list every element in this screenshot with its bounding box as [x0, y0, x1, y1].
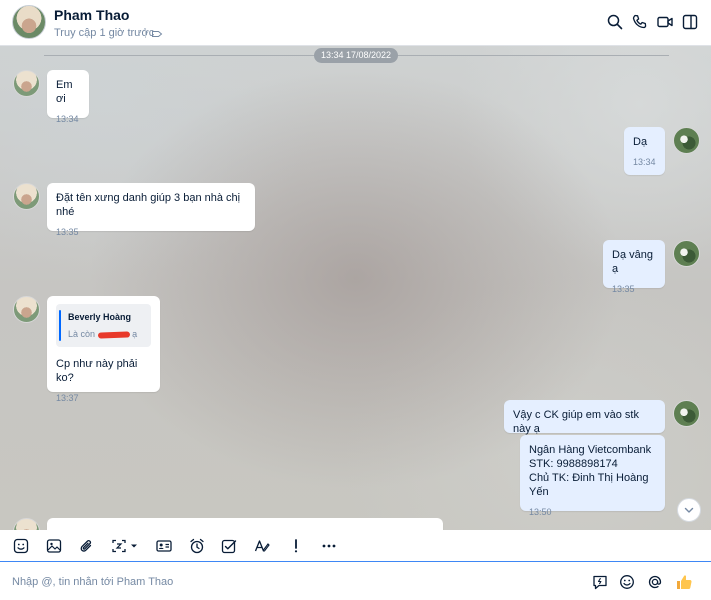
message-text: Vậy c CK giúp em vào stk này ạ [513, 409, 639, 435]
sidebar-toggle-icon[interactable] [681, 13, 699, 31]
scroll-to-bottom-button[interactable] [677, 498, 701, 522]
image-icon[interactable] [46, 538, 62, 554]
sticker-icon[interactable] [13, 538, 29, 554]
composer-toolbar [0, 530, 711, 562]
attachment-icon[interactable] [79, 538, 95, 554]
message-bubble[interactable]: Dạ vâng ạ 13:35 [603, 240, 665, 294]
quote-prefix: Là còn [68, 329, 96, 339]
message-text: Dạ vâng ạ [612, 249, 653, 275]
my-avatar[interactable] [673, 240, 700, 267]
message-bubble[interactable]: Ngân Hàng Vietcombank STK: 9988898174 Ch… [520, 435, 665, 517]
redaction-mark [97, 331, 130, 339]
message-text: Cp như này phải ko? [56, 358, 138, 384]
message-time: 13:34 [56, 114, 79, 124]
last-seen-status: Truy cập 1 giờ trước [54, 27, 155, 39]
format-text-icon[interactable] [254, 538, 270, 554]
quote-suffix: ạ [132, 329, 138, 339]
message-time: 13:35 [56, 227, 79, 237]
search-icon[interactable] [606, 13, 624, 31]
sender-avatar[interactable] [13, 183, 40, 210]
my-avatar[interactable] [673, 127, 700, 154]
message-time: 13:35 [612, 284, 635, 294]
status-divider [145, 28, 146, 38]
thumbs-up-icon[interactable] [675, 573, 693, 591]
message-text: Đặt tên xưng danh giúp 3 bạn nhà chị nhé [56, 192, 241, 218]
chevron-down-icon [684, 507, 694, 513]
sender-avatar[interactable] [13, 70, 40, 97]
message-time: 13:37 [56, 393, 79, 403]
message-bubble[interactable]: Dạ 13:34 [624, 127, 665, 175]
contact-name[interactable]: Pham Thao [54, 7, 129, 23]
message-text: Dạ [633, 136, 648, 148]
more-icon[interactable] [321, 538, 337, 554]
phone-icon[interactable] [631, 13, 649, 31]
message-composer [0, 563, 711, 600]
message-time: 13:50 [529, 507, 552, 517]
sender-avatar[interactable] [13, 296, 40, 323]
message-bubble[interactable]: Em ơi 13:34 [47, 70, 89, 124]
quick-message-icon[interactable] [592, 574, 608, 590]
message-text: Em ơi [56, 79, 73, 105]
my-avatar[interactable] [673, 400, 700, 427]
contact-card-icon[interactable] [156, 538, 172, 554]
contact-avatar[interactable] [12, 5, 46, 39]
chat-header: Pham Thao Truy cập 1 giờ trước [0, 0, 711, 46]
mention-icon[interactable] [647, 574, 663, 590]
message-time: 13:34 [633, 157, 656, 167]
tag-icon[interactable] [151, 27, 163, 39]
sender-avatar[interactable] [13, 518, 40, 530]
reminder-icon[interactable] [189, 538, 205, 554]
quote-author: Beverly Hoàng [68, 312, 132, 322]
quote-text: Là còn ạ [68, 327, 145, 341]
quoted-message[interactable]: Beverly Hoàng Là còn ạ [56, 304, 151, 347]
reply-message-bubble[interactable]: Beverly Hoàng Là còn ạ Cp như này phải k… [47, 296, 160, 403]
message-bubble-partial[interactable] [47, 518, 443, 530]
video-call-icon[interactable] [656, 13, 674, 31]
message-input[interactable] [12, 572, 572, 592]
message-bubble[interactable]: Đặt tên xưng danh giúp 3 bạn nhà chị nhé… [47, 183, 255, 237]
todo-icon[interactable] [221, 538, 237, 554]
message-bubble[interactable]: Vậy c CK giúp em vào stk này ạ [504, 400, 665, 435]
screenshot-icon[interactable] [111, 538, 141, 554]
emoji-icon[interactable] [619, 574, 635, 590]
message-list[interactable]: 13:34 17/08/2022 Em ơi 13:34 Dạ 13:34 Đặ… [0, 46, 711, 530]
date-divider: 13:34 17/08/2022 [314, 48, 398, 63]
urgent-icon[interactable] [288, 538, 304, 554]
message-text: Ngân Hàng Vietcombank STK: 9988898174 Ch… [529, 444, 652, 498]
